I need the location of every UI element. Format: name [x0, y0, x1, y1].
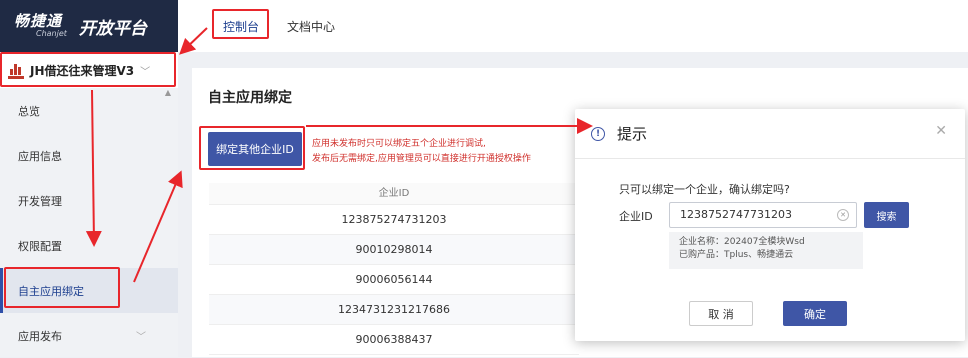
info-icon: !: [591, 126, 605, 141]
table-row: 90006056144: [209, 265, 579, 295]
highlight-app-switcher: [0, 52, 176, 87]
table-row: 123875274731203: [209, 205, 579, 235]
brand-name-en: Chanjet: [36, 29, 67, 38]
highlight-binding-menu: [4, 267, 120, 308]
sidebar-item-app-publish[interactable]: 应用发布 ﹀: [0, 313, 178, 358]
close-icon[interactable]: ✕: [935, 123, 947, 139]
sidebar-menu: 总览 应用信息 开发管理 权限配置 自主应用绑定 应用发布 ﹀: [0, 88, 178, 358]
enterprise-table: 企业ID 123875274731203 90010298014 9000605…: [209, 183, 579, 355]
enterprise-id-value: 1238752747731203: [680, 208, 792, 221]
enterprise-id-input[interactable]: 1238752747731203 ✕: [669, 202, 857, 228]
table-header: 企业ID: [209, 183, 579, 205]
table-row: 1234731231217686: [209, 295, 579, 325]
sidebar-item-label: 应用发布: [18, 329, 62, 343]
chevron-down-icon: ﹀: [136, 332, 146, 343]
enterprise-info: 企业名称：202407全模块Wsd 已购产品：Tplus、畅捷通云: [669, 232, 863, 269]
table-row: 90010298014: [209, 235, 579, 265]
binding-note-line: 发布后无需绑定,应用管理员可以直接进行开通授权操作: [312, 154, 531, 164]
sidebar-item-dev-manage[interactable]: 开发管理: [0, 178, 178, 223]
brand-logo[interactable]: 畅捷通 Chanjet 开放平台: [0, 0, 178, 52]
sidebar-item-app-info[interactable]: 应用信息: [0, 133, 178, 178]
brand-name: 畅捷通: [14, 12, 63, 30]
dialog-message: 只可以绑定一个企业，确认绑定吗?: [619, 183, 790, 196]
table-row: 90006388437: [209, 325, 579, 355]
dialog-header: ! 提示: [575, 109, 965, 159]
sidebar-item-permission[interactable]: 权限配置: [0, 223, 178, 268]
search-button[interactable]: 搜索: [864, 202, 909, 228]
confirm-dialog: ! 提示 ✕ 只可以绑定一个企业，确认绑定吗? 企业ID 12387527477…: [575, 109, 965, 341]
binding-note-line: 应用未发布时只可以绑定五个企业进行调试,: [312, 139, 486, 149]
tab-docs[interactable]: 文档中心: [287, 18, 335, 35]
sidebar-item-label: 开发管理: [18, 194, 62, 208]
sidebar-item-overview[interactable]: 总览: [0, 88, 178, 133]
top-nav: 控制台 文档中心: [178, 0, 968, 52]
confirm-button[interactable]: 确定: [783, 301, 847, 326]
purchased-products: 已购产品：Tplus、畅捷通云: [679, 250, 794, 260]
cancel-button[interactable]: 取 消: [689, 301, 753, 326]
highlight-bind-button: [199, 126, 305, 170]
platform-title: 开放平台: [78, 18, 147, 39]
binding-note: 应用未发布时只可以绑定五个企业进行调试, 发布后无需绑定,应用管理员可以直接进行…: [312, 137, 531, 167]
page-title: 自主应用绑定: [208, 90, 292, 106]
highlight-console-tab: [212, 9, 269, 39]
company-name: 企业名称：202407全模块Wsd: [679, 237, 805, 247]
dialog-title: 提示: [617, 125, 648, 143]
sidebar-item-label: 应用信息: [18, 149, 62, 163]
clear-icon[interactable]: ✕: [837, 209, 849, 221]
enterprise-id-label: 企业ID: [619, 210, 653, 223]
sidebar-item-label: 总览: [18, 104, 40, 118]
sidebar-item-label: 权限配置: [18, 239, 62, 253]
